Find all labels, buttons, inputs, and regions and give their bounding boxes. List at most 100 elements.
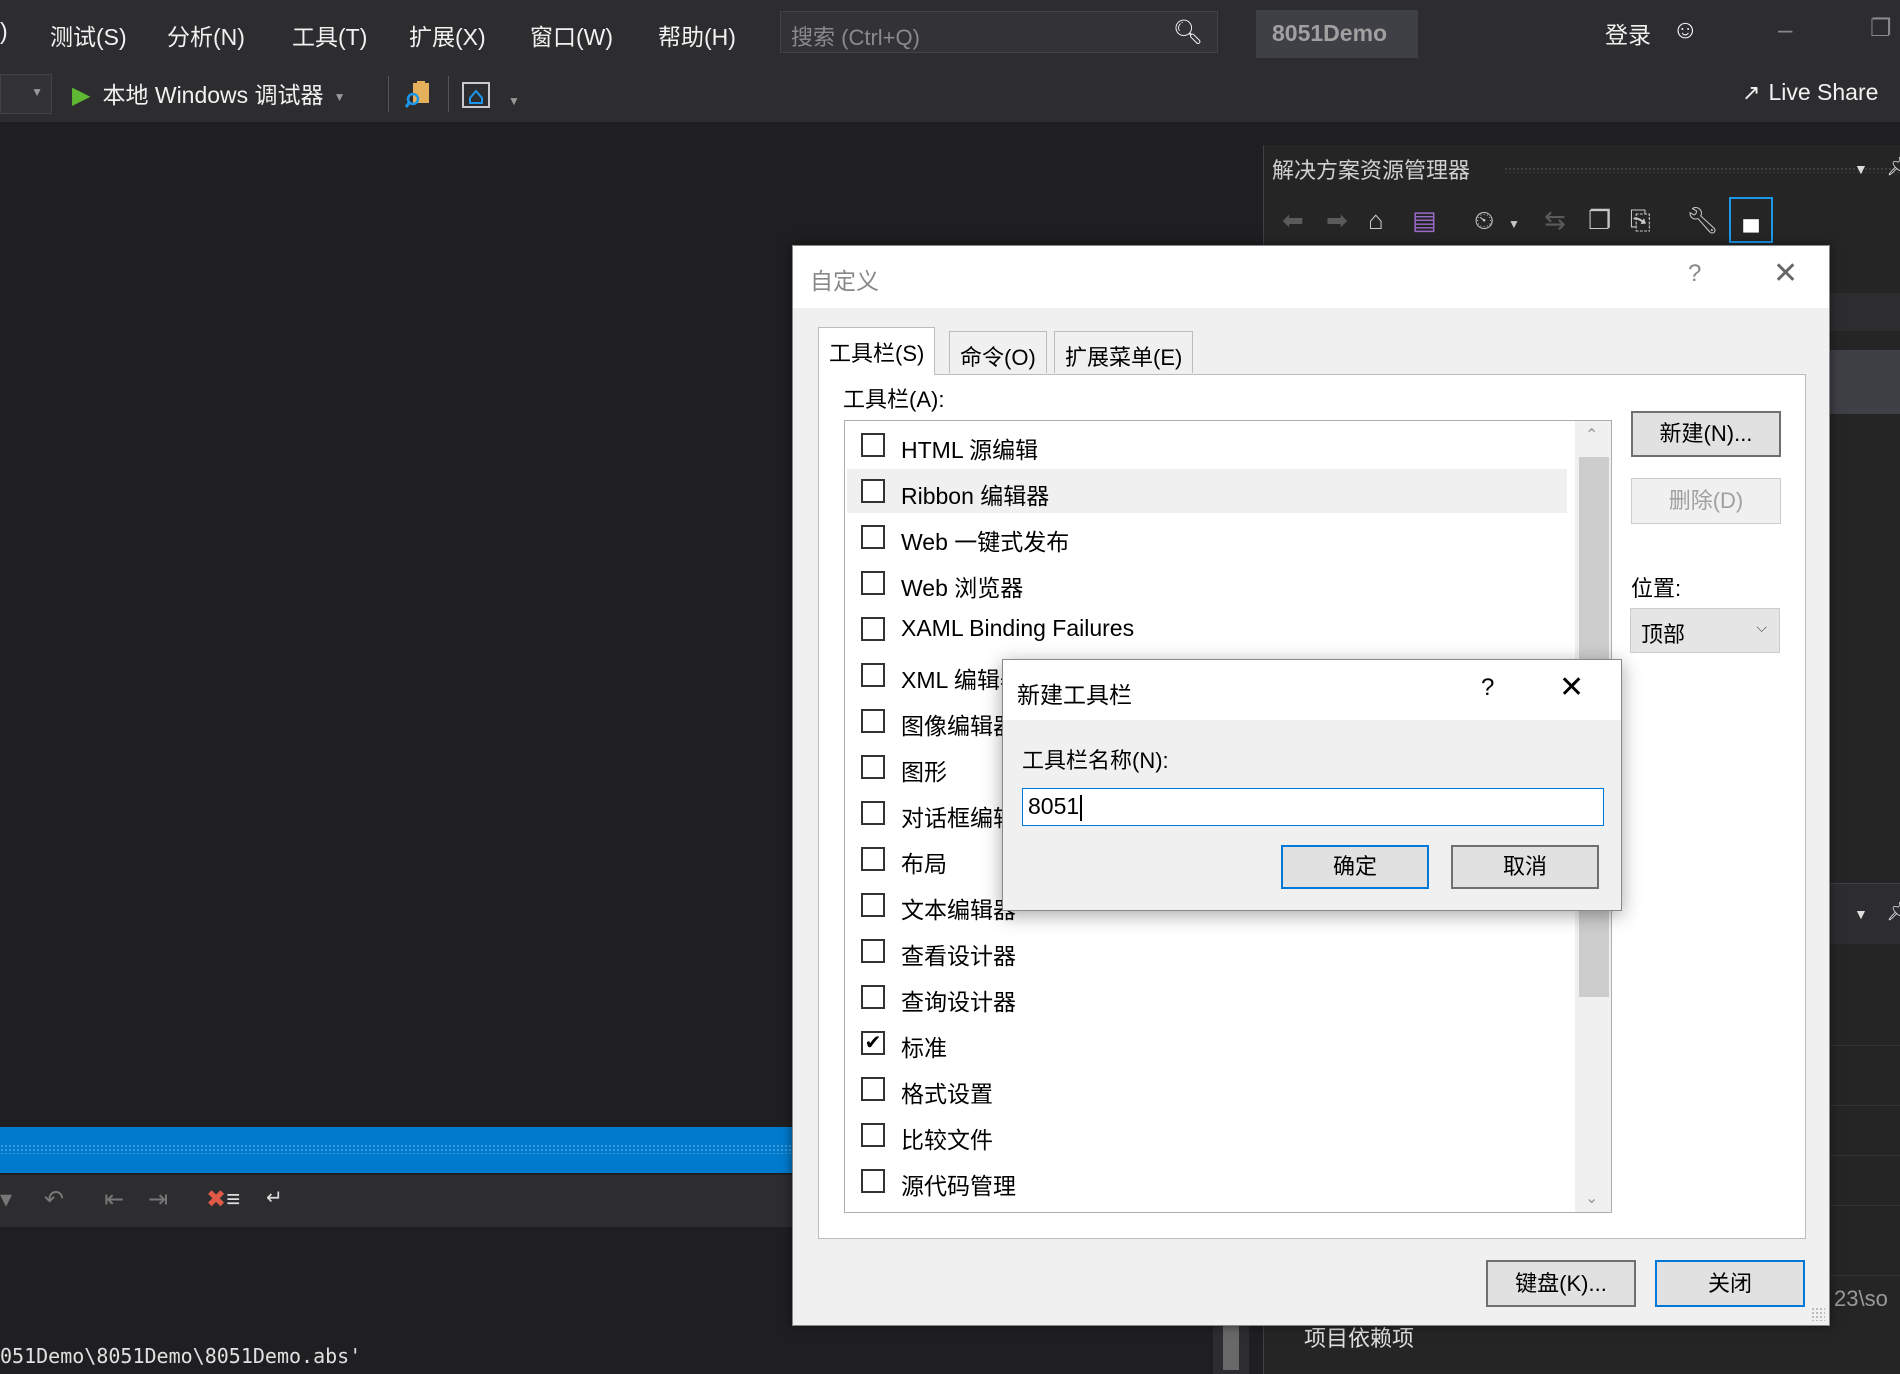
toolbar-list-item[interactable]: 查询设计器 [847,975,1567,1019]
checkbox[interactable] [861,571,885,595]
checkbox[interactable] [861,1123,885,1147]
tab-toolbars[interactable]: 工具栏(S) [818,327,936,375]
dialog-titlebar[interactable]: 自定义 ? ✕ [793,246,1829,308]
position-select[interactable]: 顶部 ⌵ [1630,608,1780,653]
keyboard-button[interactable]: 键盘(K)... [1486,1260,1636,1307]
checkbox[interactable] [861,433,885,457]
scrollbar[interactable] [1213,1326,1249,1374]
toolbar-list-item[interactable]: 查看设计器 [847,929,1567,973]
panel-menu-icon[interactable]: ▼ [1854,161,1868,177]
clear-all-icon[interactable]: ✖≡ [206,1185,240,1214]
config-dropdown[interactable]: ▼ [0,74,52,114]
checkbox[interactable] [861,1077,885,1101]
search-input[interactable]: 搜索 (Ctrl+Q) 🔍︎ [780,11,1218,53]
menu-tools[interactable]: 工具(T) [292,18,367,52]
panel-menu-icon[interactable]: ▼ [1854,906,1868,922]
close-icon[interactable]: ✕ [1559,670,1584,705]
checkbox-checked[interactable]: ✔ [861,1031,885,1055]
live-share-button[interactable]: ↗ Live Share [1742,79,1878,106]
properties-wrench-icon[interactable]: 🔧︎ [1686,205,1719,236]
checkbox[interactable] [861,847,885,871]
chevron-down-icon[interactable]: ▼ [1508,217,1520,231]
checkbox[interactable] [861,479,885,503]
toolbar-list-item[interactable]: 格式设置 [847,1067,1567,1111]
panel-drag-handle[interactable] [1504,167,1900,173]
toolbar-name-input[interactable]: 8051 [1022,788,1604,826]
pin-icon[interactable]: 📌︎ [1886,898,1900,923]
restore-icon[interactable]: ❐ [1870,14,1892,43]
close-button[interactable]: 关闭 [1655,1260,1805,1307]
toolbar-overflow-icon[interactable]: ▼ [508,94,520,108]
checkbox[interactable] [861,617,885,641]
checkbox[interactable] [861,985,885,1009]
checkbox[interactable] [861,801,885,825]
forward-icon[interactable]: ➡ [1326,205,1348,236]
menu-window[interactable]: 窗口(W) [530,18,613,52]
help-button[interactable]: ? [1481,674,1494,702]
drag-handle[interactable] [0,1144,792,1154]
browser-preview-icon[interactable] [462,82,490,108]
checkbox[interactable] [861,1169,885,1193]
preview-selected-items-icon[interactable]: ▄ [1729,197,1773,243]
checkbox[interactable] [861,755,885,779]
chevron-down-icon[interactable]: ▾ [0,1185,12,1214]
start-debugger-button[interactable]: ▶ 本地 Windows 调试器 ▼ [72,76,345,112]
delete-toolbar-button[interactable]: 删除(D) [1631,478,1781,524]
toolbar-list-item[interactable]: HTML 源编辑 [847,423,1567,467]
toolbar-list-item[interactable]: Web 一键式发布 [847,515,1567,559]
find-in-files-icon[interactable] [404,80,432,108]
menu-test[interactable]: 测试(S) [50,18,127,52]
collapse-all-icon[interactable]: ❐ [1588,205,1611,236]
user-add-icon[interactable]: ☺ [1672,14,1699,45]
chevron-up-icon[interactable]: ⌃ [1585,425,1598,445]
toolbar-list-item[interactable]: XAML Binding Failures [847,607,1567,651]
cancel-button[interactable]: 取消 [1451,845,1599,889]
sync-icon[interactable]: ⇆ [1544,205,1566,236]
menu-item-partial[interactable]: ) [0,18,8,45]
dialog-titlebar[interactable]: 新建工具栏 ? ✕ [1003,660,1621,720]
toolbar-list-item[interactable]: Web 浏览器 [847,561,1567,605]
ok-button[interactable]: 确定 [1281,845,1429,889]
toolbar-list-item-label: Ribbon 编辑器 [901,483,1050,509]
checkbox[interactable] [861,709,885,733]
pin-icon[interactable]: 📌︎ [1886,153,1900,178]
previous-message-icon[interactable]: ⇤ [104,1185,124,1214]
checkbox[interactable] [861,663,885,687]
toolbar-list-item[interactable]: 源代码管理 [847,1159,1567,1203]
login-button[interactable]: 登录 [1605,16,1651,50]
resize-grip[interactable] [1811,1307,1825,1321]
menu-extensions[interactable]: 扩展(X) [409,18,486,52]
toolbar-name-label: 工具栏名称(N): [1022,748,1169,773]
close-icon[interactable]: ✕ [1773,256,1798,291]
separator [388,76,389,112]
toolbar-list-item-label: HTML 源编辑 [901,437,1039,463]
chevron-down-icon[interactable]: ▼ [334,90,346,104]
output-toolbar: ▾ ↶ ⇤ ⇥ ✖≡ ↵ [0,1175,792,1227]
output-panel-titlebar[interactable] [0,1127,792,1173]
tab-extension-menus[interactable]: 扩展菜单(E) [1054,331,1194,373]
show-all-files-icon[interactable]: ⎘ [1630,205,1651,237]
checkbox[interactable] [861,939,885,963]
scrollbar-thumb[interactable] [1223,1326,1239,1370]
go-to-previous-message-icon[interactable]: ↶ [44,1185,64,1214]
new-toolbar-button[interactable]: 新建(N)... [1631,411,1781,457]
checkbox[interactable] [861,525,885,549]
toolbar-list-item[interactable]: 比较文件 [847,1113,1567,1157]
toolbar-name-value: 8051 [1028,793,1080,819]
chevron-down-icon[interactable]: ⌄ [1585,1188,1598,1208]
toolbar-list-item[interactable]: ✔ 标准 [847,1021,1567,1065]
menu-help[interactable]: 帮助(H) [658,18,736,52]
minimize-icon[interactable]: – [1778,14,1792,45]
search-icon[interactable]: 🔍︎ [1173,18,1203,47]
pending-changes-filter-icon[interactable]: ⏲ [1474,205,1494,237]
word-wrap-icon[interactable]: ↵ [266,1185,283,1210]
home-icon[interactable]: ⌂ [1368,205,1384,236]
switch-views-icon[interactable]: ▤ [1412,205,1437,236]
help-button[interactable]: ? [1688,260,1701,288]
checkbox[interactable] [861,893,885,917]
toolbar-list-item[interactable]: Ribbon 编辑器 [847,469,1567,513]
menu-analyze[interactable]: 分析(N) [167,18,245,52]
back-icon[interactable]: ⬅ [1282,205,1304,236]
tab-commands[interactable]: 命令(O) [949,331,1047,373]
next-message-icon[interactable]: ⇥ [148,1185,168,1214]
